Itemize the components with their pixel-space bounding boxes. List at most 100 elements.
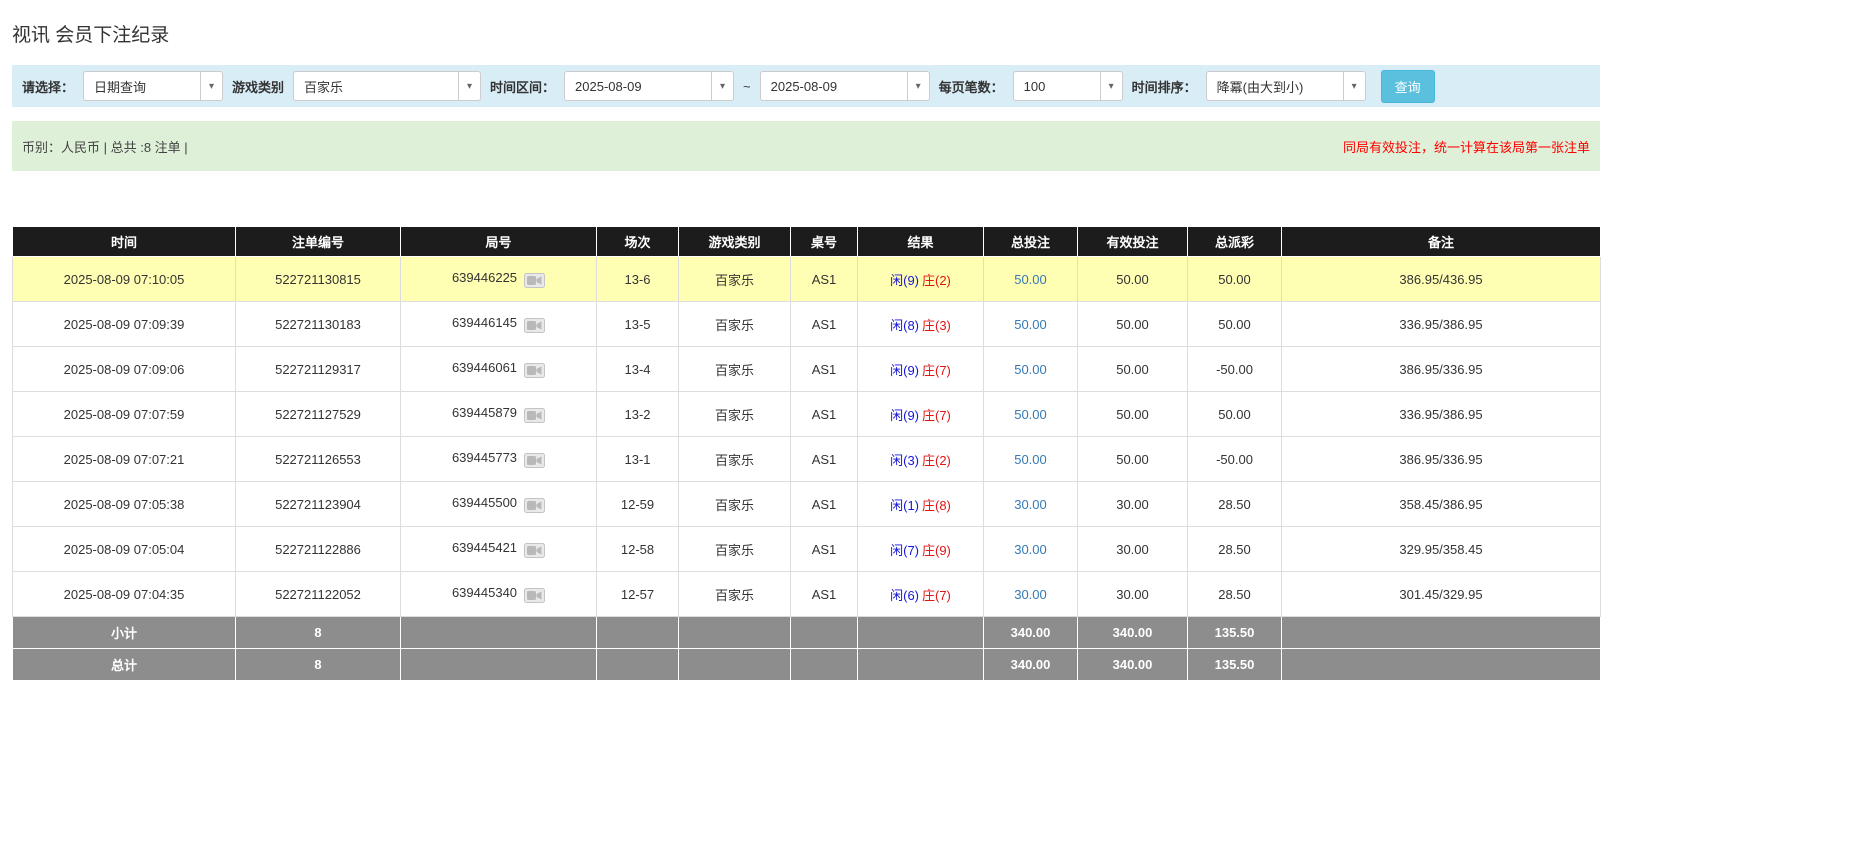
col-note: 备注 xyxy=(1281,226,1601,257)
cell-game-type: 百家乐 xyxy=(678,256,791,302)
result-player: 闲(9) xyxy=(890,362,919,378)
col-bet-id: 注单编号 xyxy=(235,226,401,257)
col-total-bet: 总投注 xyxy=(983,226,1078,257)
game-type-select[interactable]: 百家乐 ▾ xyxy=(293,71,482,101)
cell-game-type: 百家乐 xyxy=(678,481,791,527)
video-replay-icon[interactable] xyxy=(524,586,546,603)
table-row: 2025-08-09 07:04:35 522721122052 6394453… xyxy=(12,571,1601,617)
search-button[interactable]: 查询 xyxy=(1380,69,1435,103)
cell-total-bet: 50.00 xyxy=(983,436,1078,482)
subtotal-payout: 135.50 xyxy=(1187,616,1282,649)
video-replay-icon[interactable] xyxy=(524,406,546,423)
total-bet-link[interactable]: 30.00 xyxy=(1014,497,1047,512)
cell-valid-bet: 50.00 xyxy=(1077,436,1188,482)
sort-label: 时间排序： xyxy=(1131,79,1197,95)
result-player: 闲(6) xyxy=(890,587,919,603)
cell-game-type: 百家乐 xyxy=(678,436,791,482)
date-from-select[interactable]: 2025-08-09 ▾ xyxy=(564,71,735,101)
cell-valid-bet: 50.00 xyxy=(1077,256,1188,302)
cell-time: 2025-08-09 07:10:05 xyxy=(12,256,236,302)
total-bet-link[interactable]: 50.00 xyxy=(1014,272,1047,287)
cell-time: 2025-08-09 07:09:39 xyxy=(12,301,236,347)
col-valid-bet: 有效投注 xyxy=(1077,226,1188,257)
total-empty-table xyxy=(790,648,858,681)
query-type-select[interactable]: 日期查询 ▾ xyxy=(83,71,224,101)
chevron-down-icon[interactable]: ▾ xyxy=(1342,72,1365,100)
cell-time: 2025-08-09 07:09:06 xyxy=(12,346,236,392)
video-replay-icon[interactable] xyxy=(524,316,546,333)
table-header-row: 时间 注单编号 局号 场次 游戏类别 桌号 结果 总投注 有效投注 总派彩 备注 xyxy=(12,226,1601,257)
total-total-bet: 340.00 xyxy=(983,648,1078,681)
subtotal-valid-bet: 340.00 xyxy=(1077,616,1188,649)
cell-table-no: AS1 xyxy=(790,301,858,347)
chevron-down-icon[interactable]: ▾ xyxy=(200,72,223,100)
cell-note: 386.95/436.95 xyxy=(1281,256,1601,302)
video-replay-icon[interactable] xyxy=(524,361,546,378)
cell-payout: -50.00 xyxy=(1187,436,1282,482)
round-number: 639446225 xyxy=(451,270,518,286)
cell-bet-id: 522721122886 xyxy=(235,526,401,572)
chevron-down-icon[interactable]: ▾ xyxy=(906,72,929,100)
video-replay-icon[interactable] xyxy=(524,451,546,468)
cell-payout: 28.50 xyxy=(1187,481,1282,527)
total-bet-link[interactable]: 50.00 xyxy=(1014,452,1047,467)
video-replay-icon[interactable] xyxy=(524,541,546,558)
total-row: 总计 8 340.00 340.00 135.50 xyxy=(12,648,1601,681)
cell-session: 12-57 xyxy=(596,571,679,617)
total-valid-bet: 340.00 xyxy=(1077,648,1188,681)
result-player: 闲(8) xyxy=(890,317,919,333)
cell-game-type: 百家乐 xyxy=(678,571,791,617)
cell-result: 闲(7) 庄(9) xyxy=(857,526,984,572)
total-label: 总计 xyxy=(12,648,236,681)
game-type-label: 游戏类别 xyxy=(232,79,285,95)
cell-time: 2025-08-09 07:04:35 xyxy=(12,571,236,617)
total-bet-link[interactable]: 30.00 xyxy=(1014,542,1047,557)
round-number: 639445879 xyxy=(451,405,518,421)
table-row: 2025-08-09 07:05:38 522721123904 6394455… xyxy=(12,481,1601,527)
table-row: 2025-08-09 07:09:39 522721130183 6394461… xyxy=(12,301,1601,347)
total-bet-link[interactable]: 50.00 xyxy=(1014,407,1047,422)
cell-valid-bet: 30.00 xyxy=(1077,481,1188,527)
cell-table-no: AS1 xyxy=(790,571,858,617)
round-number: 639446061 xyxy=(451,360,518,376)
total-bet-link[interactable]: 50.00 xyxy=(1014,362,1047,377)
page-size-select[interactable]: 100 ▾ xyxy=(1012,71,1123,101)
video-replay-icon[interactable] xyxy=(524,496,546,513)
cell-total-bet: 30.00 xyxy=(983,481,1078,527)
chevron-down-icon[interactable]: ▾ xyxy=(458,72,481,100)
cell-bet-id: 522721123904 xyxy=(235,481,401,527)
cell-payout: 28.50 xyxy=(1187,526,1282,572)
cell-game-type: 百家乐 xyxy=(678,346,791,392)
date-to-select[interactable]: 2025-08-09 ▾ xyxy=(759,71,930,101)
cell-payout: 50.00 xyxy=(1187,256,1282,302)
cell-note: 336.95/386.95 xyxy=(1281,301,1601,347)
sort-select[interactable]: 降冪(由大到小) ▾ xyxy=(1205,71,1366,101)
cell-table-no: AS1 xyxy=(790,481,858,527)
total-bet-link[interactable]: 50.00 xyxy=(1014,317,1047,332)
cell-note: 386.95/336.95 xyxy=(1281,346,1601,392)
chevron-down-icon[interactable]: ▾ xyxy=(1099,72,1122,100)
total-bet-link[interactable]: 30.00 xyxy=(1014,587,1047,602)
cell-valid-bet: 30.00 xyxy=(1077,571,1188,617)
cell-round: 639446061 xyxy=(400,346,597,392)
cell-session: 13-6 xyxy=(596,256,679,302)
chevron-down-icon[interactable]: ▾ xyxy=(711,72,734,100)
col-payout: 总派彩 xyxy=(1187,226,1282,257)
cell-note: 336.95/386.95 xyxy=(1281,391,1601,437)
cell-result: 闲(9) 庄(2) xyxy=(857,256,984,302)
table-row: 2025-08-09 07:09:06 522721129317 6394460… xyxy=(12,346,1601,392)
result-banker: 庄(8) xyxy=(922,497,951,513)
video-replay-icon[interactable] xyxy=(524,271,546,288)
result-player: 闲(9) xyxy=(890,407,919,423)
cell-valid-bet: 50.00 xyxy=(1077,346,1188,392)
total-empty-round xyxy=(400,648,597,681)
game-type-value: 百家乐 xyxy=(304,79,344,95)
result-banker: 庄(7) xyxy=(922,362,951,378)
total-empty-note xyxy=(1281,648,1601,681)
cell-note: 301.45/329.95 xyxy=(1281,571,1601,617)
sort-value: 降冪(由大到小) xyxy=(1216,79,1304,95)
cell-round: 639445421 xyxy=(400,526,597,572)
cell-bet-id: 522721127529 xyxy=(235,391,401,437)
cell-total-bet: 30.00 xyxy=(983,571,1078,617)
subtotal-empty-note xyxy=(1281,616,1601,649)
